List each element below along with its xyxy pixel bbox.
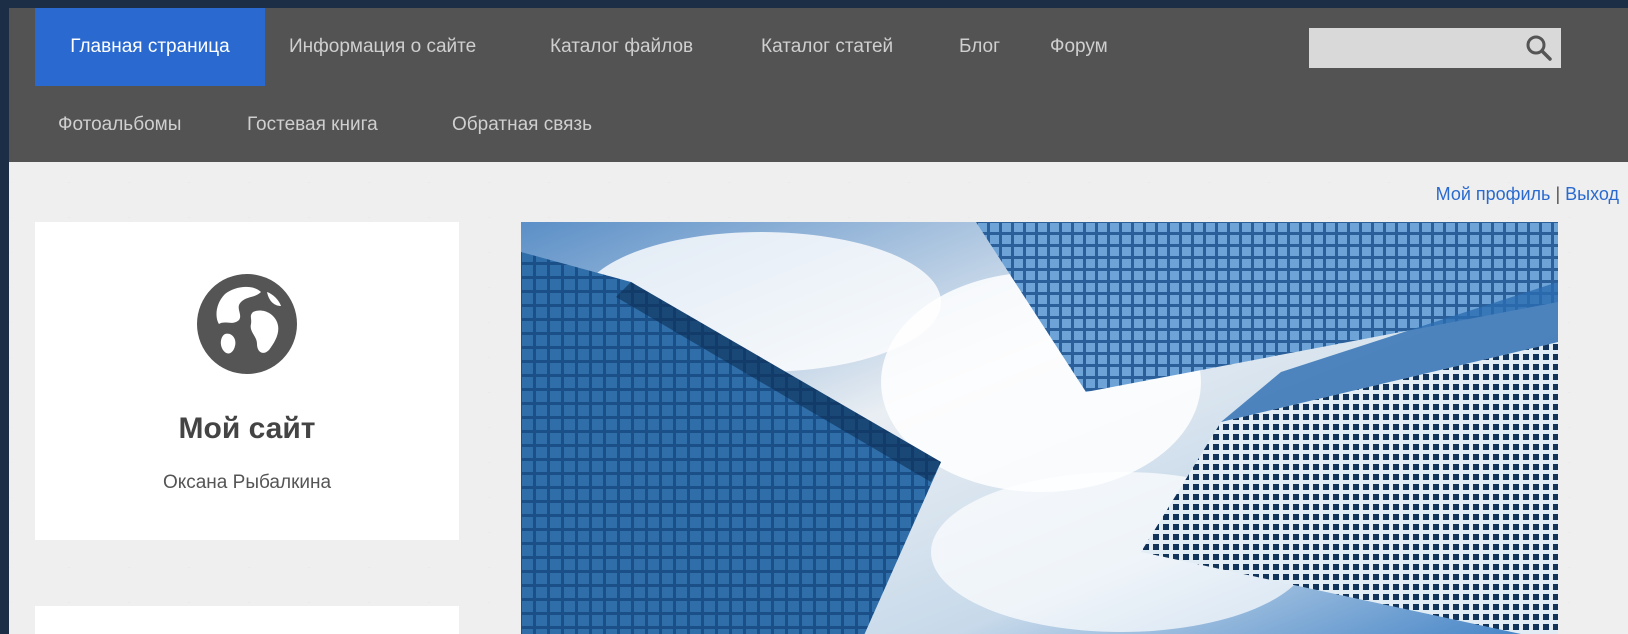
search-box [1309, 28, 1561, 68]
nav-item-feedback[interactable]: Обратная связь [452, 114, 592, 136]
sidebar-block [35, 606, 459, 634]
site-title: Мой сайт [178, 412, 316, 445]
nav-item-forum[interactable]: Форум [1050, 36, 1108, 58]
user-links-separator: | [1555, 184, 1561, 204]
nav-item-blog[interactable]: Блог [959, 36, 1000, 58]
user-links: Мой профиль | Выход [1436, 184, 1619, 205]
site-info-card: Мой сайт Оксана Рыбалкина [35, 222, 459, 540]
profile-link[interactable]: Мой профиль [1436, 184, 1551, 204]
logout-link[interactable]: Выход [1565, 184, 1619, 204]
top-navigation: Главная страница Информация о сайте Ката… [9, 8, 1628, 162]
search-input[interactable] [1309, 28, 1519, 68]
nav-item-article-catalog[interactable]: Каталог статей [761, 36, 893, 58]
search-icon[interactable] [1525, 34, 1553, 62]
hero-image [521, 222, 1558, 634]
nav-item-site-info[interactable]: Информация о сайте [289, 36, 476, 58]
globe-icon [195, 272, 299, 376]
nav-item-guestbook[interactable]: Гостевая книга [247, 114, 378, 136]
site-owner: Оксана Рыбалкина [162, 472, 332, 493]
nav-item-home[interactable]: Главная страница [35, 8, 265, 86]
page: Главная страница Информация о сайте Ката… [9, 8, 1628, 634]
nav-item-file-catalog[interactable]: Каталог файлов [550, 36, 693, 58]
nav-item-photo-albums[interactable]: Фотоальбомы [58, 114, 181, 136]
